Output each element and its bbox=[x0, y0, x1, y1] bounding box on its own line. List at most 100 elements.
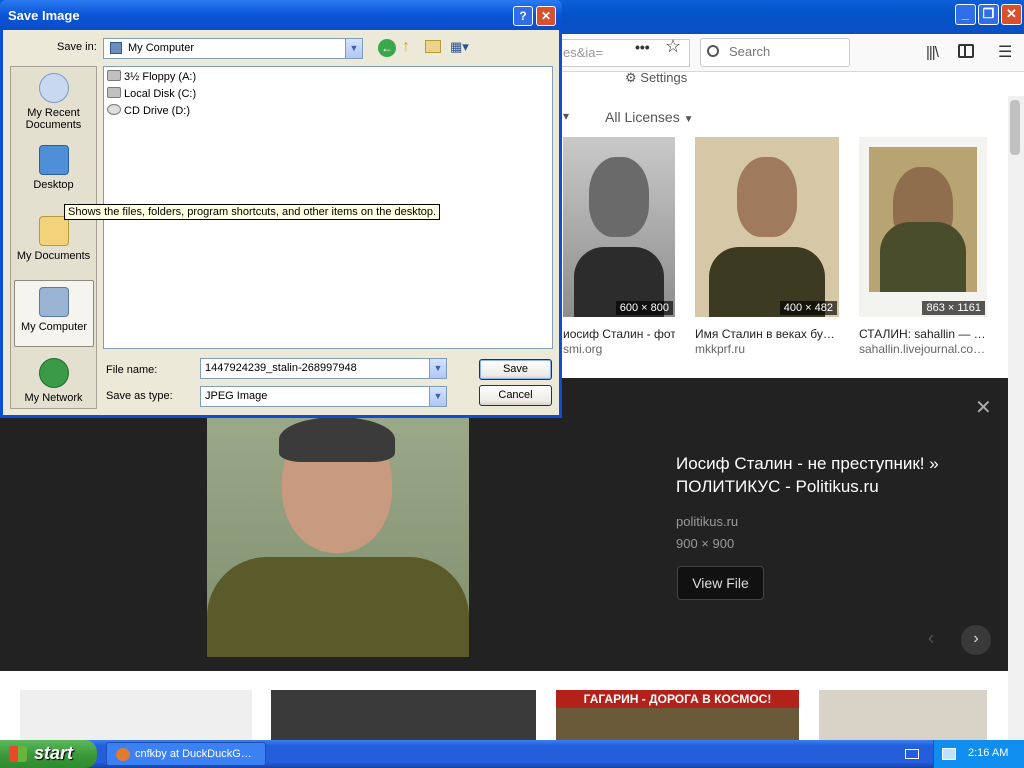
file-name-label: File name: bbox=[106, 364, 158, 376]
result-title[interactable]: иосиф Сталин - фот… bbox=[563, 327, 675, 341]
save-in-value: My Computer bbox=[128, 42, 195, 54]
portrait-uniform bbox=[207, 557, 469, 657]
save-as-type-value: JPEG Image bbox=[205, 390, 268, 402]
file-item-label: Local Disk (C:) bbox=[124, 88, 197, 100]
license-filter-label: All Licenses bbox=[605, 109, 680, 125]
close-icon[interactable]: ✕ bbox=[975, 395, 992, 420]
result-source: sahallin.livejournal.co… bbox=[859, 342, 986, 356]
file-item-label: 3½ Floppy (A:) bbox=[124, 71, 197, 83]
sliders-icon: ⚙ bbox=[625, 70, 641, 85]
scrollbar-thumb[interactable] bbox=[1010, 100, 1020, 155]
place-my-network[interactable]: My Network bbox=[11, 352, 96, 420]
detail-source: politikus.ru bbox=[676, 514, 739, 529]
file-item-floppy[interactable]: 3½ Floppy (A:) bbox=[107, 70, 196, 83]
filter-dropdown-caret[interactable]: ▾ bbox=[563, 109, 569, 123]
framed-portrait bbox=[869, 147, 977, 292]
search-placeholder: Search bbox=[729, 44, 771, 59]
help-button[interactable]: ? bbox=[513, 6, 533, 26]
views-menu-icon[interactable]: ▦▾ bbox=[450, 39, 472, 55]
image-result-thumbnail[interactable]: 600 × 800 bbox=[563, 137, 675, 317]
file-item-local-disk[interactable]: Local Disk (C:) bbox=[107, 87, 196, 100]
cancel-button[interactable]: Cancel bbox=[479, 385, 552, 406]
chevron-down-icon[interactable]: ▼ bbox=[345, 39, 362, 58]
up-folder-icon[interactable]: ↑ bbox=[402, 38, 420, 58]
computer-icon bbox=[110, 42, 122, 54]
image-result-thumbnail[interactable]: ГАГАРИН - ДОРОГА В КОСМОС! bbox=[556, 690, 799, 740]
portrait-image bbox=[589, 157, 649, 237]
image-result-thumbnail[interactable]: 863 × 1161 bbox=[859, 137, 987, 317]
portrait-body bbox=[879, 222, 967, 292]
place-my-recent-documents[interactable]: My Recent Documents bbox=[11, 67, 96, 135]
close-window-button[interactable]: ✕ bbox=[1001, 4, 1022, 25]
license-filter-dropdown[interactable]: All Licenses ▼ bbox=[605, 109, 694, 125]
page-actions-menu-icon[interactable]: ••• bbox=[635, 39, 650, 55]
place-label: Desktop bbox=[33, 179, 74, 191]
place-desktop[interactable]: Desktop bbox=[11, 139, 96, 207]
chevron-down-icon[interactable]: ▼ bbox=[429, 359, 446, 378]
poster-banner: ГАГАРИН - ДОРОГА В КОСМОС! bbox=[556, 690, 799, 708]
dialog-title: Save Image bbox=[8, 8, 80, 23]
system-tray: 2:16 AM bbox=[933, 740, 1024, 768]
image-result-thumbnail[interactable] bbox=[819, 690, 987, 740]
my-network-icon bbox=[38, 358, 69, 388]
url-text: es&ia= bbox=[563, 45, 604, 60]
new-folder-icon[interactable] bbox=[425, 40, 441, 53]
recent-documents-icon bbox=[38, 73, 69, 103]
save-as-type-dropdown[interactable]: JPEG Image ▼ bbox=[200, 386, 447, 407]
file-name-input[interactable]: 1447924239_stalin-268997948 ▼ bbox=[200, 358, 447, 379]
image-result-thumbnail[interactable]: 400 × 482 bbox=[695, 137, 839, 317]
minimize-button[interactable]: _ bbox=[955, 4, 976, 25]
portrait-hair bbox=[279, 417, 395, 462]
network-icon[interactable] bbox=[942, 748, 956, 760]
image-result-thumbnail[interactable] bbox=[271, 690, 536, 740]
task-label: cnfkby at DuckDuckG… bbox=[135, 748, 252, 760]
desktop-icon bbox=[38, 145, 69, 175]
start-button[interactable]: start bbox=[0, 740, 97, 768]
place-label: My Network bbox=[24, 392, 83, 404]
places-bar: My Recent Documents Desktop My Documents… bbox=[10, 66, 97, 409]
chevron-right-icon[interactable]: › bbox=[961, 625, 991, 655]
settings-label: Settings bbox=[640, 70, 688, 85]
result-source: smi.org bbox=[563, 342, 603, 356]
save-image-dialog: Save Image ? ✕ Save in: My Computer ▼ ← … bbox=[0, 0, 562, 418]
cd-drive-icon bbox=[107, 104, 121, 115]
chevron-down-icon[interactable]: ▼ bbox=[429, 387, 446, 406]
dialog-close-button[interactable]: ✕ bbox=[536, 6, 556, 26]
detail-image[interactable] bbox=[207, 417, 469, 657]
back-arrow-icon[interactable]: ← bbox=[378, 39, 396, 57]
view-file-button[interactable]: View File bbox=[677, 566, 764, 600]
save-as-type-label: Save as type: bbox=[106, 390, 173, 402]
image-size-badge: 400 × 482 bbox=[779, 301, 837, 315]
place-my-documents[interactable]: My Documents bbox=[11, 210, 96, 278]
clock[interactable]: 2:16 AM bbox=[968, 747, 1008, 759]
sidebar-icon[interactable] bbox=[958, 44, 974, 58]
library-icon[interactable]: |||\ bbox=[926, 44, 939, 61]
bookmark-star-icon[interactable]: ☆ bbox=[665, 36, 681, 57]
dialog-titlebar: Save Image ? ✕ bbox=[0, 0, 562, 30]
my-computer-icon bbox=[39, 287, 69, 317]
keyboard-icon[interactable] bbox=[905, 749, 919, 759]
taskbar: start cnfkby at DuckDuckG… 2:16 AM bbox=[0, 740, 1024, 768]
search-input[interactable]: Search bbox=[700, 38, 850, 67]
hamburger-menu-icon[interactable]: ☰ bbox=[998, 42, 1012, 62]
page-scrollbar[interactable] bbox=[1008, 96, 1024, 740]
hard-drive-icon bbox=[107, 87, 121, 98]
save-button[interactable]: Save bbox=[479, 359, 552, 380]
floppy-drive-icon bbox=[107, 70, 121, 81]
chevron-left-icon[interactable]: ‹ bbox=[928, 628, 934, 649]
browser-icon bbox=[116, 748, 130, 761]
detail-title[interactable]: Иосиф Сталин - не преступник! » ПОЛИТИКУ… bbox=[676, 452, 976, 498]
image-result-thumbnail[interactable] bbox=[20, 690, 252, 740]
file-name-value: 1447924239_stalin-268997948 bbox=[205, 362, 357, 374]
maximize-button[interactable]: ❐ bbox=[978, 4, 999, 25]
result-title[interactable]: Имя Сталин в веках бу… bbox=[695, 327, 840, 341]
save-in-dropdown[interactable]: My Computer ▼ bbox=[103, 38, 363, 59]
file-item-label: CD Drive (D:) bbox=[124, 105, 190, 117]
settings-link[interactable]: ⚙ Settings bbox=[625, 70, 687, 86]
image-detail-panel: ✕ Иосиф Сталин - не преступник! » ПОЛИТИ… bbox=[0, 378, 1008, 671]
file-item-cd-drive[interactable]: CD Drive (D:) bbox=[107, 104, 190, 117]
place-my-computer[interactable]: My Computer bbox=[14, 280, 94, 347]
image-size-badge: 863 × 1161 bbox=[922, 301, 985, 315]
taskbar-window-button[interactable]: cnfkby at DuckDuckG… bbox=[106, 742, 266, 766]
result-title[interactable]: СТАЛИН: sahallin — … bbox=[859, 327, 989, 341]
